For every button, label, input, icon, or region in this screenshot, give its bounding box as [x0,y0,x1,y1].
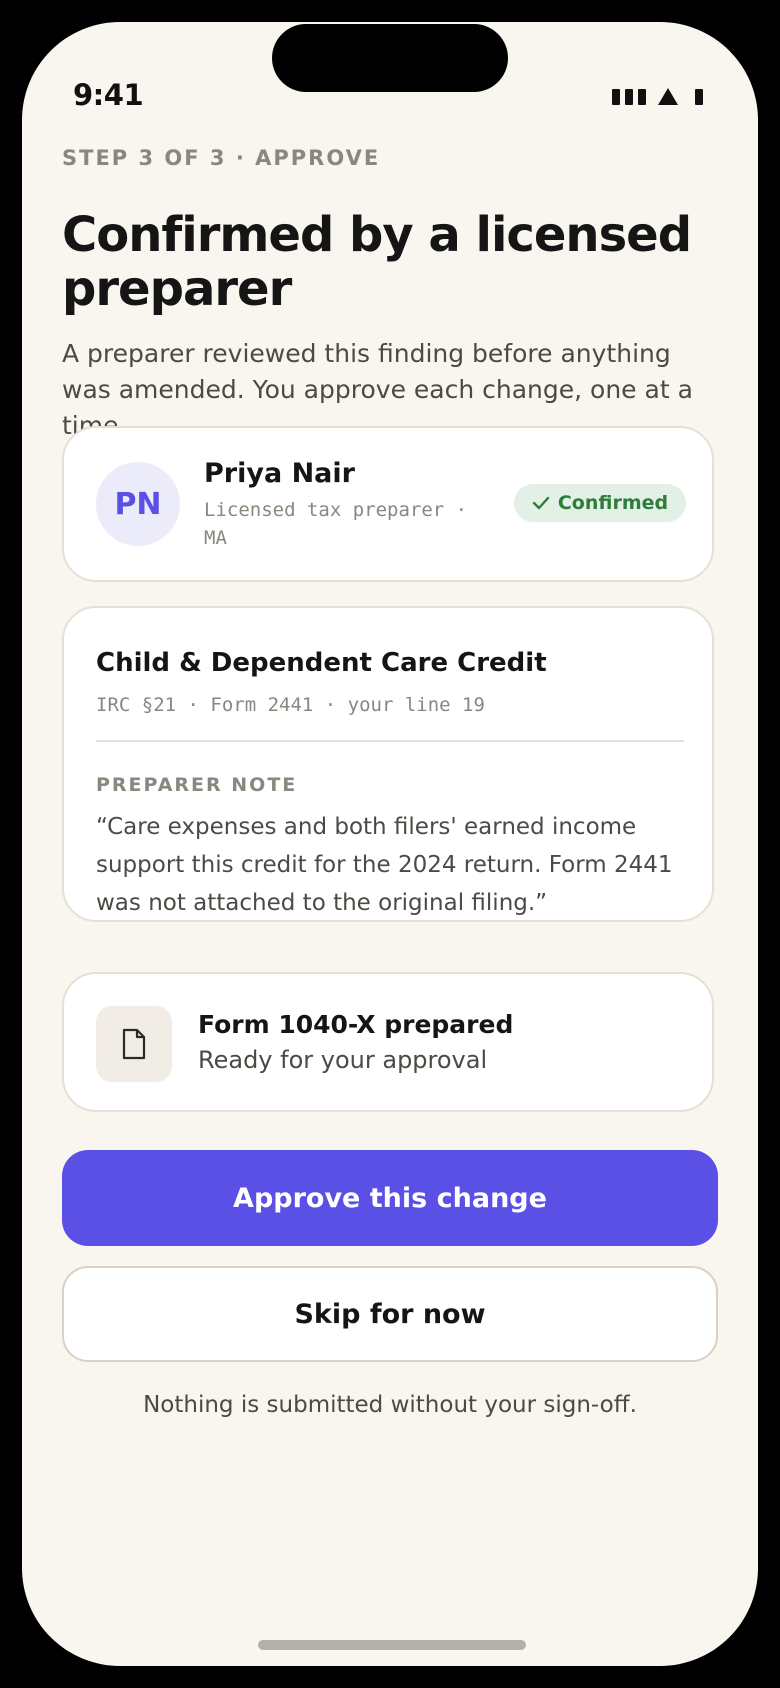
preparer-card: PN Priya Nair Licensed tax preparer · MA… [62,426,714,582]
credit-reference: IRC §21 · Form 2441 · your line 19 [96,694,485,716]
form-card: Form 1040-X prepared Ready for your appr… [62,972,714,1112]
credit-title: Child & Dependent Care Credit [96,648,547,678]
document-icon [96,1006,172,1082]
wifi-icon [658,88,678,105]
signal-bar-icon [612,89,620,105]
preparer-note: “Care expenses and both filers' earned i… [96,814,673,916]
step-label: STEP 3 OF 3 · APPROVE [62,146,381,170]
form-subtitle: Ready for your approval [198,1046,488,1074]
status-icons [612,88,703,105]
preparer-name: Priya Nair [204,458,355,489]
status-badge: Confirmed [514,484,686,522]
preparer-note-label: PREPARER NOTE [96,774,298,796]
skip-button[interactable]: Skip for now [62,1266,718,1362]
avatar: PN [96,462,180,546]
checkmark-icon [532,496,550,510]
approve-button[interactable]: Approve this change [62,1150,718,1246]
status-time: 9:41 [73,78,144,112]
status-badge-label: Confirmed [557,492,669,514]
dynamic-island [272,24,508,92]
credit-card: Child & Dependent Care Credit IRC §21 · … [62,606,714,922]
preparer-role: Licensed tax preparer · MA [204,499,468,549]
battery-icon [695,89,703,105]
signal-bar-icon [638,89,646,105]
home-indicator[interactable] [258,1640,526,1650]
page-title: Confirmed by a licensed preparer [62,207,692,317]
signal-bar-icon [625,89,633,105]
form-title: Form 1040-X prepared [198,1010,514,1039]
divider [96,740,684,742]
footnote: Nothing is submitted without your sign-o… [143,1392,637,1418]
screen: 9:41 STEP 3 OF 3 · APPROVE Confirmed by … [22,22,758,1666]
document-icon-svg [122,1028,146,1060]
phone-frame: 9:41 STEP 3 OF 3 · APPROVE Confirmed by … [0,0,780,1688]
